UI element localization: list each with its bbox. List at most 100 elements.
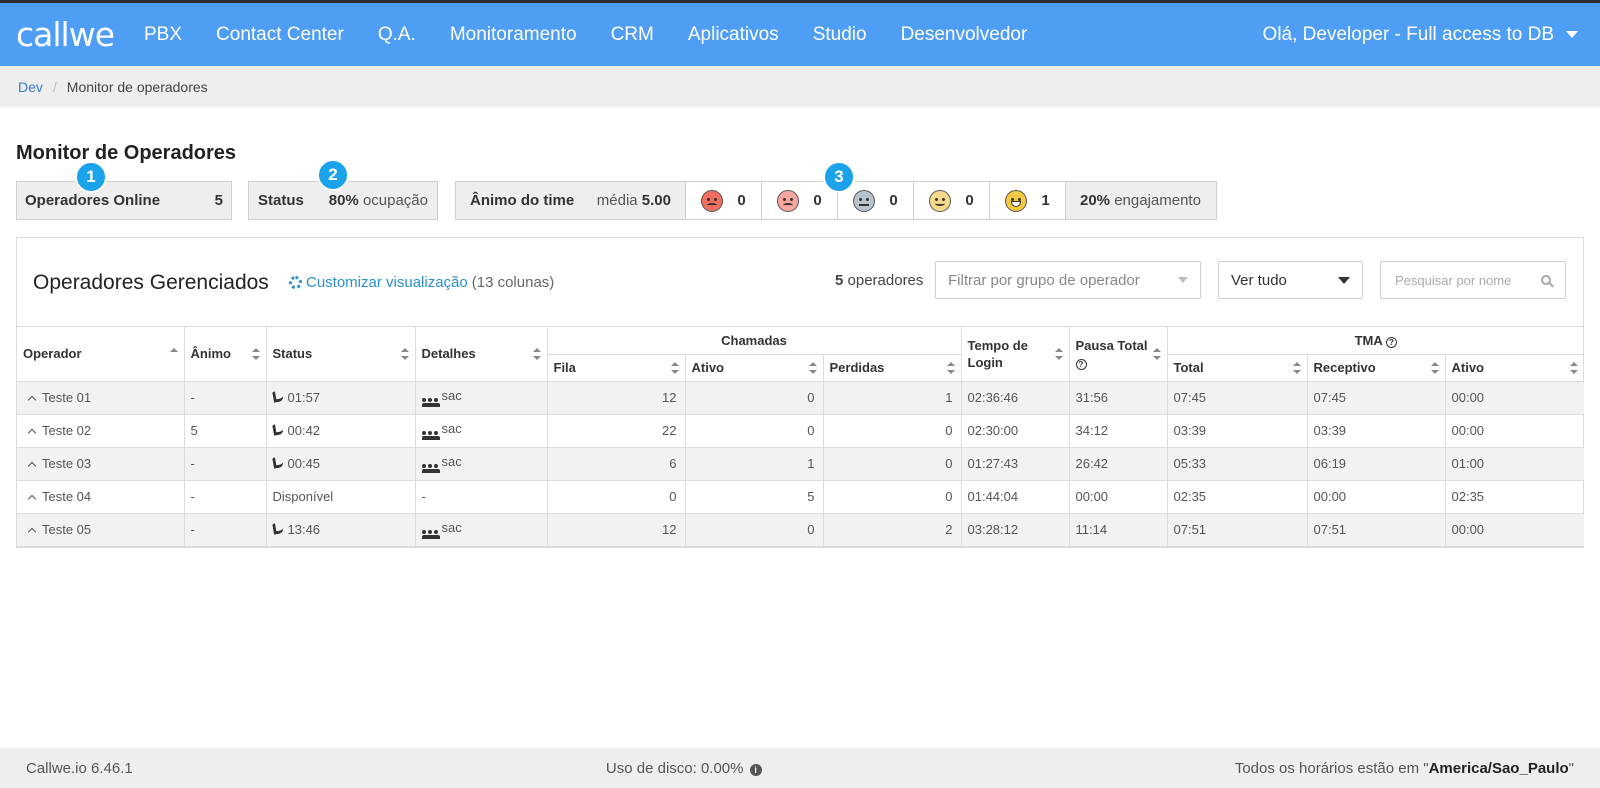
- col-header-tma-total[interactable]: Total: [1167, 354, 1308, 382]
- nav-item-aplicativos[interactable]: Aplicativos: [688, 24, 779, 46]
- table-row[interactable]: Teste 05-13:46 sac 12 0 2 03:28:12 11:14 07:51 0…: [17, 513, 1585, 547]
- table-row[interactable]: Teste 02 5 00:42 sac 22 0 0 02:30:00 34:12 03:39 0…: [17, 414, 1585, 448]
- cell-tma-receptivo: 03:39: [1307, 414, 1446, 448]
- sort-icon: [1292, 361, 1301, 374]
- search-placeholder: Pesquisar por nome: [1395, 272, 1512, 288]
- cell-status: 13:46: [266, 513, 416, 547]
- angry-face-icon: [701, 189, 724, 212]
- phone-icon: [271, 456, 284, 469]
- nav-item-pbx[interactable]: PBX: [144, 24, 182, 46]
- cell-tma-ativo: 00:00: [1445, 414, 1585, 448]
- col-header-tempo-login[interactable]: Tempo de Login: [961, 327, 1070, 382]
- cell-tma-total: 05:33: [1167, 447, 1308, 481]
- cell-animo: -: [184, 480, 267, 514]
- nav-item-monitoramento[interactable]: Monitoramento: [450, 24, 577, 46]
- chevron-up-icon[interactable]: [27, 428, 37, 438]
- cell-animo: -: [184, 447, 267, 481]
- cell-tma-total: 02:35: [1167, 480, 1308, 514]
- col-header-tma-ativo[interactable]: Ativo: [1445, 354, 1585, 382]
- col-header-ativo[interactable]: Ativo: [685, 354, 824, 382]
- mood-smile-count: 0: [965, 192, 974, 209]
- breadcrumb: Dev / Monitor de operadores: [0, 66, 1600, 107]
- cell-tma-total: 07:45: [1167, 381, 1308, 415]
- smile-face-icon: [929, 189, 952, 212]
- cell-status: Disponível: [266, 480, 416, 514]
- sad-face-icon: [777, 189, 800, 212]
- cell-pausa-total: 31:56: [1069, 381, 1168, 415]
- col-header-animo[interactable]: Ânimo: [184, 327, 267, 382]
- nav-item-qa[interactable]: Q.A.: [378, 24, 416, 46]
- search-input[interactable]: Pesquisar por nome: [1380, 261, 1566, 299]
- chevron-up-icon[interactable]: [27, 527, 37, 537]
- cell-operador[interactable]: Teste 04: [17, 480, 185, 514]
- team-mood-summary: Ânimo do time média 5.00: [456, 182, 686, 219]
- chevron-down-icon: [1566, 31, 1578, 38]
- col-header-pausa-total[interactable]: Pausa Total ?: [1069, 327, 1168, 382]
- nav-item-crm[interactable]: CRM: [611, 24, 654, 46]
- cell-operador[interactable]: Teste 01: [17, 381, 185, 415]
- help-icon[interactable]: ?: [1385, 336, 1397, 348]
- breadcrumb-current: Monitor de operadores: [66, 78, 208, 95]
- cell-operador[interactable]: Teste 05: [17, 513, 185, 547]
- panel-title: Operadores Gerenciados: [33, 271, 269, 294]
- group-icon: [421, 464, 440, 473]
- chevron-up-icon[interactable]: [27, 461, 37, 471]
- cell-perdidas: 0: [823, 480, 962, 514]
- cell-detalhes: sac: [415, 414, 548, 448]
- operators-count: 5 operadores: [835, 272, 923, 289]
- cell-tma-ativo: 00:00: [1445, 513, 1585, 547]
- happy-face-icon: [1005, 189, 1028, 212]
- col-header-tma-receptivo[interactable]: Receptivo: [1307, 354, 1446, 382]
- cell-tma-ativo: 01:00: [1445, 447, 1585, 481]
- customize-view-label: Customizar visualização: [306, 274, 468, 291]
- cell-perdidas: 2: [823, 513, 962, 547]
- cell-tma-receptivo: 06:19: [1307, 447, 1446, 481]
- sort-icon: [1570, 361, 1579, 374]
- status-occupancy-suffix: ocupação: [362, 192, 428, 209]
- mood-angry-count: 0: [737, 192, 746, 209]
- cell-tma-total: 03:39: [1167, 414, 1308, 448]
- cell-operador[interactable]: Teste 03: [17, 447, 185, 481]
- cell-perdidas: 0: [823, 447, 962, 481]
- nav-item-contact-center[interactable]: Contact Center: [216, 24, 344, 46]
- cell-tma-receptivo: 00:00: [1307, 480, 1446, 514]
- gear-icon: [289, 276, 302, 289]
- cell-operador[interactable]: Teste 02: [17, 414, 185, 448]
- callwe-logo[interactable]: callwe: [16, 18, 115, 51]
- nav-item-desenvolvedor[interactable]: Desenvolvedor: [901, 24, 1028, 46]
- cell-perdidas: 0: [823, 414, 962, 448]
- status-occupancy-pct: 80%: [328, 192, 359, 209]
- info-icon[interactable]: i: [749, 763, 762, 776]
- group-icon: [421, 530, 440, 539]
- nav-item-studio[interactable]: Studio: [813, 24, 867, 46]
- marker-badge-2: 2: [317, 159, 349, 191]
- cell-ativo: 0: [685, 513, 824, 547]
- cell-animo: 5: [184, 414, 267, 448]
- col-header-status[interactable]: Status: [266, 327, 416, 382]
- customize-view-link[interactable]: Customizar visualização (13 colunas): [289, 274, 554, 291]
- help-icon[interactable]: ?: [1075, 358, 1087, 370]
- team-mood-average: média 5.00: [597, 192, 671, 209]
- col-header-perdidas[interactable]: Perdidas: [823, 354, 962, 382]
- col-header-detalhes[interactable]: Detalhes: [415, 327, 548, 382]
- breadcrumb-dev-link[interactable]: Dev: [18, 79, 43, 95]
- table-row[interactable]: Teste 04- Disponível -0 5 0 01:44:04 00:00 02:3…: [17, 480, 1585, 514]
- team-mood-label: Ânimo do time: [470, 192, 575, 209]
- user-menu[interactable]: Olá, Developer - Full access to DB: [1263, 24, 1578, 46]
- view-all-select[interactable]: Ver tudo: [1218, 261, 1363, 299]
- group-filter-select[interactable]: Filtrar por grupo de operador: [935, 261, 1201, 299]
- cell-status: 00:42: [266, 414, 416, 448]
- operators-table: Operador Ânimo Status Detalhes Chamadas …: [17, 327, 1585, 547]
- table-row[interactable]: Teste 01-01:57 sac 12 0 1 02:36:46 31:56 07:45 0…: [17, 381, 1585, 415]
- chevron-up-icon[interactable]: [27, 395, 37, 405]
- breadcrumb-separator: /: [52, 78, 57, 95]
- col-group-tma: TMA ?: [1167, 327, 1585, 355]
- cell-fila: 12: [547, 381, 686, 415]
- sort-icon: [1054, 347, 1063, 360]
- sort-icon: [1152, 347, 1161, 360]
- col-header-operador[interactable]: Operador: [17, 327, 185, 382]
- table-row[interactable]: Teste 03-00:45 sac 6 1 0 01:27:43 26:42 05:33 06…: [17, 447, 1585, 481]
- col-header-fila[interactable]: Fila: [547, 354, 686, 382]
- operators-count-value: 5: [835, 272, 844, 289]
- chevron-up-icon[interactable]: [27, 494, 37, 504]
